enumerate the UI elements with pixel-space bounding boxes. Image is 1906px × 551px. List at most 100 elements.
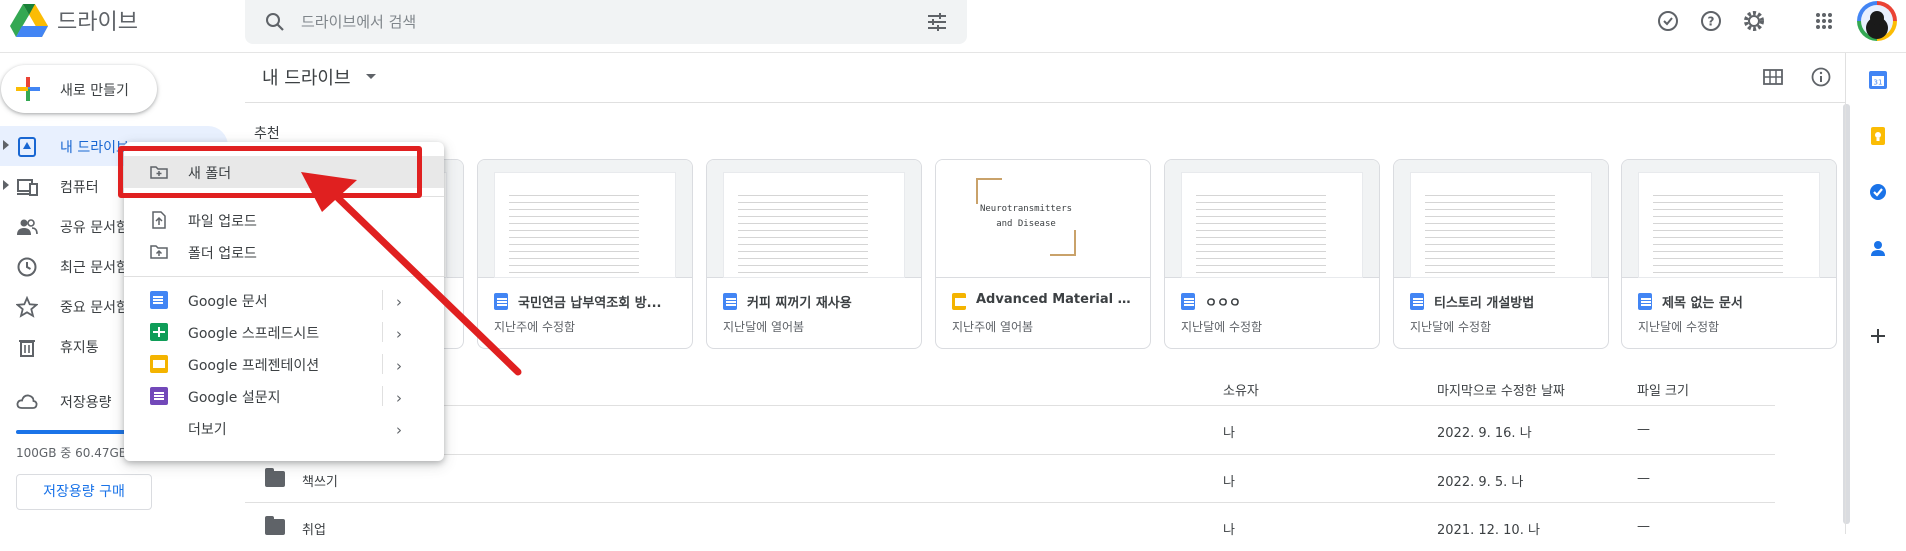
- menu-item-label: 더보기: [188, 422, 227, 438]
- info-icon[interactable]: [1810, 66, 1832, 88]
- chevron-right-icon[interactable]: ›: [396, 293, 402, 311]
- suggested-file-card[interactable]: 커피 찌꺼기 재사용 지난달에 열어봄: [706, 159, 922, 349]
- file-title: 커피 찌꺼기 재사용: [747, 296, 852, 311]
- google-slides-icon: [150, 355, 168, 373]
- new-button[interactable]: 새로 만들기: [1, 65, 157, 113]
- calendar-icon[interactable]: 31: [1868, 70, 1888, 90]
- toolbar-divider: [245, 102, 1845, 103]
- menu-item-google-forms[interactable]: Google 설문지 ›: [124, 380, 444, 412]
- file-owner: 나: [1223, 475, 1235, 490]
- folder-icon: [265, 468, 285, 487]
- suggested-section-title: 추천: [254, 126, 280, 142]
- expand-caret-icon[interactable]: [3, 140, 9, 150]
- grid-view-icon[interactable]: [1762, 66, 1784, 88]
- search-icon[interactable]: [263, 10, 287, 34]
- suggested-file-card[interactable]: 국민연금 납부역조회 방... 지난주에 수정함: [477, 159, 693, 349]
- account-avatar[interactable]: [1857, 1, 1897, 41]
- header-divider: [0, 52, 1906, 53]
- google-slides-icon: [952, 293, 967, 310]
- file-activity: 지난달에 수정함: [1638, 320, 1720, 334]
- chevron-right-icon[interactable]: ›: [396, 357, 402, 375]
- chevron-right-icon[interactable]: ›: [396, 421, 402, 439]
- menu-item-google-sheets[interactable]: Google 스프레드시트 ›: [124, 316, 444, 348]
- menu-divider: [124, 276, 444, 277]
- file-size: —: [1637, 519, 1650, 534]
- google-docs-icon: [150, 291, 168, 309]
- settings-icon[interactable]: [1741, 8, 1767, 34]
- suggested-file-card[interactable]: ㅇㅇㅇ 지난달에 수정함: [1164, 159, 1380, 349]
- slide-preview-line: and Disease: [996, 219, 1056, 229]
- table-row[interactable]: 나 2022. 9. 16. 나 —: [245, 406, 1775, 454]
- computer-icon: [17, 179, 38, 196]
- file-name: 책쓰기: [302, 475, 338, 490]
- search-input[interactable]: 드라이브에서 검색: [301, 11, 416, 32]
- menu-item-more[interactable]: 더보기 ›: [124, 412, 444, 444]
- column-header-size[interactable]: 파일 크기: [1637, 380, 1689, 399]
- file-modified: 2022. 9. 5. 나: [1437, 475, 1524, 490]
- contacts-icon[interactable]: [1868, 238, 1888, 258]
- file-thumbnail: [1394, 160, 1608, 278]
- file-modified: 2022. 9. 16. 나: [1437, 426, 1532, 441]
- submenu-divider: [382, 354, 383, 374]
- suggested-file-card[interactable]: Neurotransmitters and Disease Advanced M…: [935, 159, 1151, 349]
- sidebar-item-label: 중요 문서함: [60, 300, 129, 316]
- storage-usage-text: 100GB 중 60.47GB: [16, 446, 127, 460]
- suggested-file-card[interactable]: 제목 없는 문서 지난달에 수정함: [1621, 159, 1837, 349]
- suggested-file-card[interactable]: 티스토리 개설방법 지난달에 수정함: [1393, 159, 1609, 349]
- side-panel-divider: [1845, 53, 1846, 534]
- chevron-right-icon[interactable]: ›: [396, 325, 402, 343]
- apps-grid-icon[interactable]: [1811, 8, 1837, 34]
- drive-logo-icon[interactable]: [10, 4, 48, 38]
- slide-preview: Neurotransmitters and Disease: [976, 178, 1076, 256]
- file-owner: 나: [1223, 426, 1235, 441]
- file-title: ㅇㅇㅇ: [1205, 296, 1241, 311]
- file-upload-icon: [152, 211, 166, 229]
- submenu-divider: [382, 386, 383, 406]
- expand-caret-icon[interactable]: [3, 180, 9, 190]
- google-docs-icon: [494, 293, 508, 310]
- search-bar[interactable]: 드라이브에서 검색: [245, 0, 967, 44]
- file-activity: 지난달에 수정함: [1181, 320, 1263, 334]
- breadcrumb[interactable]: 내 드라이브: [262, 64, 351, 90]
- file-activity: 지난주에 수정함: [494, 320, 576, 334]
- add-addon-icon[interactable]: [1868, 326, 1888, 346]
- google-docs-icon: [723, 293, 737, 310]
- keep-icon[interactable]: [1868, 126, 1888, 146]
- column-header-modified[interactable]: 마지막으로 수정한 날짜: [1437, 380, 1565, 399]
- google-sheets-icon: [150, 323, 168, 341]
- file-thumbnail: [1622, 160, 1836, 278]
- file-activity: 지난달에 수정함: [1410, 320, 1492, 334]
- recent-icon: [17, 257, 37, 277]
- menu-item-label: 폴더 업로드: [188, 246, 257, 262]
- file-title: 티스토리 개설방법: [1434, 296, 1535, 311]
- menu-item-folder-upload[interactable]: 폴더 업로드: [124, 236, 444, 268]
- help-icon[interactable]: ?: [1698, 8, 1724, 34]
- file-thumbnail: Neurotransmitters and Disease: [936, 160, 1150, 278]
- top-bar: 드라이브 드라이브에서 검색 ?: [0, 0, 1906, 52]
- file-title: 제목 없는 문서: [1662, 296, 1743, 311]
- breadcrumb-dropdown-icon[interactable]: [366, 74, 376, 79]
- menu-item-file-upload[interactable]: 파일 업로드: [124, 204, 444, 236]
- buy-storage-button[interactable]: 저장용량 구매: [16, 474, 152, 510]
- table-row[interactable]: 책쓰기 나 2022. 9. 5. 나 —: [245, 455, 1775, 503]
- file-thumbnail: [707, 160, 921, 278]
- google-docs-icon: [1181, 293, 1195, 310]
- new-button-label: 새로 만들기: [60, 83, 129, 99]
- folder-icon: [265, 516, 285, 535]
- menu-item-google-slides[interactable]: Google 프레젠테이션 ›: [124, 348, 444, 380]
- ready-for-offline-icon[interactable]: [1655, 8, 1681, 34]
- table-row[interactable]: 취업 나 2021. 12. 10. 나 —: [245, 503, 1775, 551]
- column-header-owner[interactable]: 소유자: [1223, 380, 1259, 399]
- sidebar-item-label: 최근 문서함: [60, 260, 129, 276]
- tasks-icon[interactable]: [1868, 182, 1888, 202]
- app-title[interactable]: 드라이브: [57, 4, 138, 36]
- annotation-highlight-box: [118, 146, 422, 198]
- search-options-icon[interactable]: [925, 10, 949, 34]
- chevron-right-icon[interactable]: ›: [396, 389, 402, 407]
- menu-item-label: Google 프레젠테이션: [188, 358, 320, 374]
- sidebar-item-label: 공유 문서함: [60, 220, 129, 236]
- menu-item-google-docs[interactable]: Google 문서 ›: [124, 284, 444, 316]
- file-activity: 지난주에 열어봄: [952, 320, 1034, 334]
- file-thumbnail: [1165, 160, 1379, 278]
- menu-item-label: 파일 업로드: [188, 214, 257, 230]
